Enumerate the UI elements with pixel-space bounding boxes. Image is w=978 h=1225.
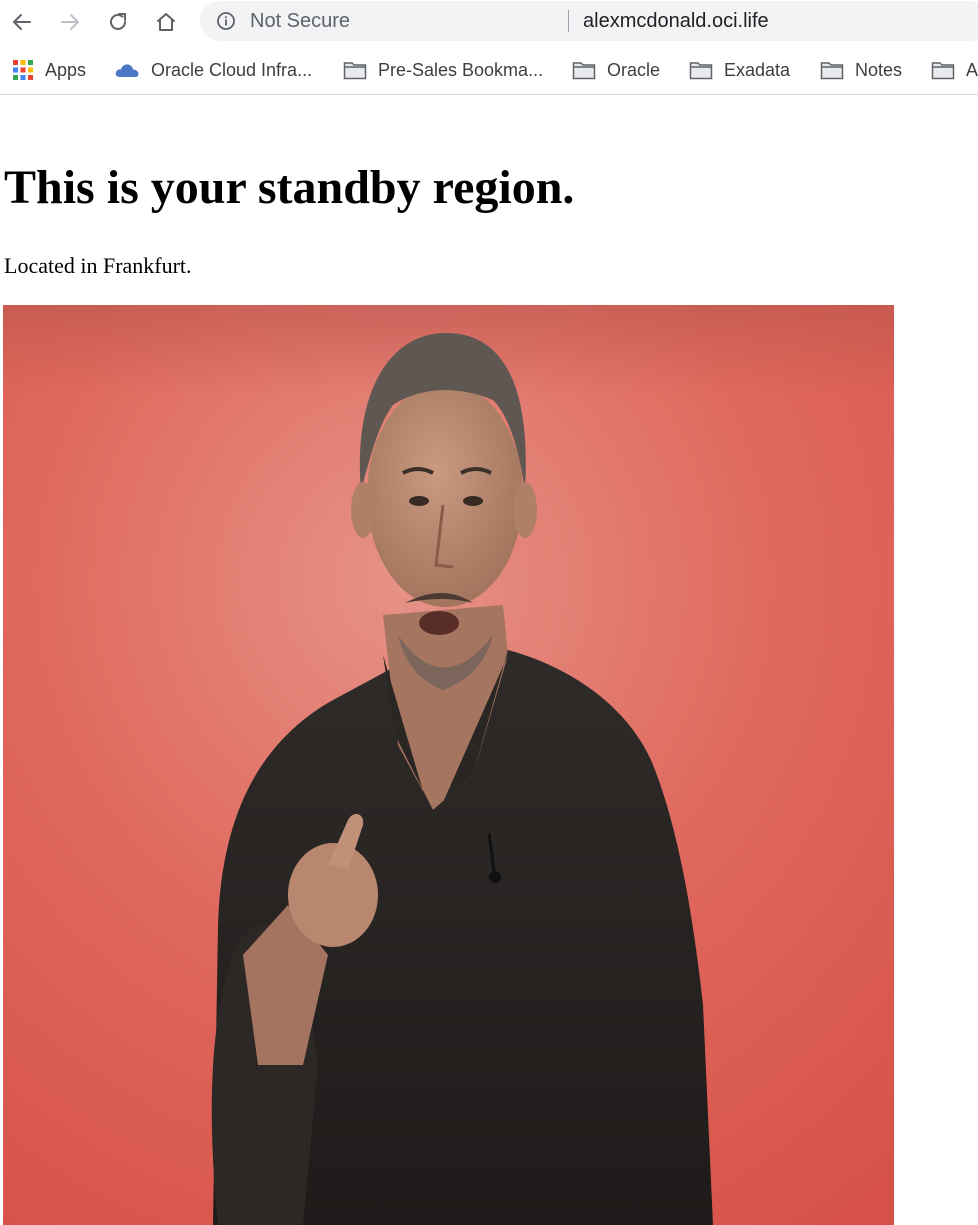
bookmark-pre-sales-folder[interactable]: Pre-Sales Bookma... [343, 48, 543, 92]
bookmark-label: Oracle [607, 59, 661, 80]
url-text[interactable]: alexmcdonald.oci.life [583, 1, 769, 41]
speaker-photo [3, 305, 894, 1225]
folder-icon [572, 62, 596, 80]
page-heading: This is your standby region. [4, 161, 575, 214]
home-button[interactable] [152, 8, 180, 36]
bookmark-label: Apps [45, 59, 87, 80]
reload-button[interactable] [104, 8, 132, 36]
folder-icon [820, 62, 844, 80]
bookmark-oracle-cloud[interactable]: Oracle Cloud Infra... [114, 48, 312, 92]
bookmark-apps[interactable]: Apps [12, 48, 86, 92]
forward-button[interactable] [56, 8, 84, 36]
lapel-mic [489, 871, 501, 883]
arrow-right-icon [61, 14, 79, 30]
folder-icon [931, 62, 955, 80]
info-icon[interactable] [216, 11, 236, 31]
back-button[interactable] [8, 8, 36, 36]
folder-icon [343, 62, 367, 80]
bookmark-label: A [966, 59, 978, 80]
bookmark-oracle-folder[interactable]: Oracle [572, 48, 660, 92]
bookmark-label: Notes [855, 59, 903, 80]
bookmark-label: Exadata [724, 59, 791, 80]
location-text: Located in Frankfurt. [4, 253, 192, 278]
bookmark-truncated-folder[interactable]: A [931, 48, 978, 92]
bookmark-exadata-folder[interactable]: Exadata [689, 48, 790, 92]
omnibox-divider [568, 10, 569, 32]
left-ear [351, 482, 375, 538]
home-icon [157, 13, 175, 31]
address-bar[interactable]: Not Secure alexmcdonald.oci.life [200, 1, 978, 41]
mouth [419, 611, 459, 635]
arrow-left-icon [13, 14, 31, 30]
face [367, 383, 523, 607]
security-status-label[interactable]: Not Secure [250, 1, 350, 41]
bookmark-notes-folder[interactable]: Notes [820, 48, 902, 92]
bookmarks-bar: Apps Oracle Cloud Infra... Pre-Sales Boo… [0, 48, 978, 95]
bookmark-label: Pre-Sales Bookma... [378, 59, 544, 80]
apps-grid-icon [13, 60, 33, 80]
bookmark-label: Oracle Cloud Infra... [151, 59, 313, 80]
browser-toolbar: Not Secure alexmcdonald.oci.life [0, 0, 978, 44]
cloud-icon [115, 64, 139, 77]
reload-icon [110, 13, 126, 30]
right-ear [513, 482, 537, 538]
folder-icon [689, 62, 713, 80]
